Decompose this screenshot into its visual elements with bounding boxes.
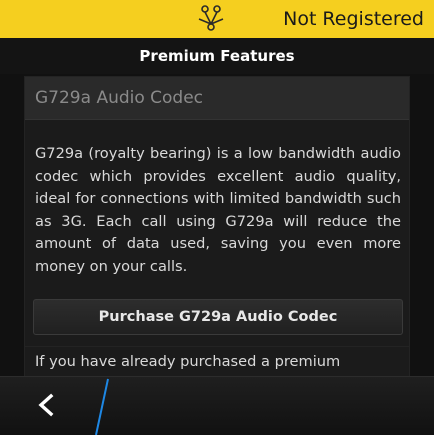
purchase-note: If you have already purchased a premium (35, 353, 341, 370)
purchase-button[interactable]: Purchase G729a Audio Codec (33, 299, 403, 335)
info-panel: If you have already purchased a premium (24, 346, 410, 376)
back-button[interactable] (0, 377, 90, 435)
connection-nodes-icon (198, 5, 224, 31)
page-title: Premium Features (0, 38, 434, 74)
feature-name: G729a Audio Codec (25, 77, 409, 120)
status-bar: Not Registered (0, 0, 434, 38)
feature-description: G729a (royalty bearing) is a low bandwid… (35, 145, 401, 275)
action-bar (0, 376, 434, 435)
app-window: Not Registered Premium Features G729a Au… (0, 0, 434, 435)
feature-panel: G729a Audio Codec G729a (royalty bearing… (24, 76, 410, 376)
divider-slash (95, 378, 109, 435)
registration-status: Not Registered (283, 8, 424, 30)
chevron-left-icon (38, 393, 54, 417)
